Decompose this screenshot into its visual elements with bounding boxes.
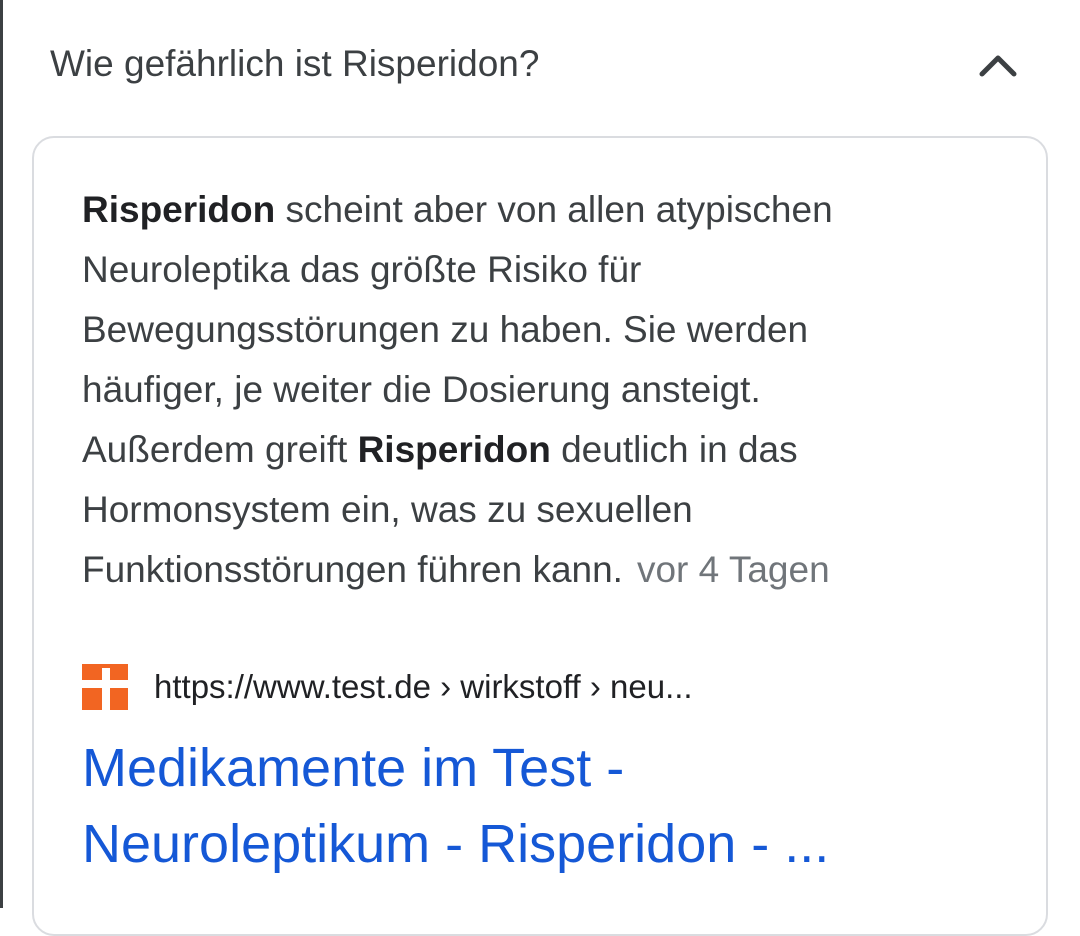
snippet-bold-term: Risperidon <box>357 429 551 470</box>
snippet-line: Hormonsystem ein, was zu sexuellen <box>82 480 982 540</box>
result-title-line[interactable]: Neuroleptikum - Risperidon - ... <box>82 806 982 882</box>
test-de-plus-icon <box>82 664 128 710</box>
snippet-text: Neuroleptika das größte Risiko für <box>82 249 642 290</box>
snippet-text: deutlich in das <box>550 429 798 470</box>
featured-snippet-text: Risperidon scheint aber von allen atypis… <box>82 180 982 600</box>
snippet-date: vor 4 Tagen <box>636 549 830 590</box>
result-title-link[interactable]: Medikamente im Test - Neuroleptikum - Ri… <box>82 730 982 882</box>
snippet-text: Hormonsystem ein, was zu sexuellen <box>82 489 693 530</box>
left-edge-border <box>0 0 3 908</box>
snippet-line: Neuroleptika das größte Risiko für <box>82 240 982 300</box>
snippet-line: häufiger, je weiter die Dosierung anstei… <box>82 360 982 420</box>
snippet-line: Funktionsstörungen führen kann. vor 4 Tag… <box>82 540 982 600</box>
snippet-line: Risperidon scheint aber von allen atypis… <box>82 180 982 240</box>
source-url[interactable]: https://www.test.de › wirkstoff › neu... <box>154 664 693 710</box>
faq-question-text: Wie gefährlich ist Risperidon? <box>50 43 540 84</box>
snippet-line: Außerdem greift Risperidon deutlich in d… <box>82 420 982 480</box>
faq-question-row[interactable]: Wie gefährlich ist Risperidon? <box>0 0 1080 130</box>
snippet-text: scheint aber von allen atypischen <box>275 189 833 230</box>
snippet-bold-term: Risperidon <box>82 189 276 230</box>
chevron-up-icon[interactable] <box>976 46 1020 82</box>
snippet-text: Außerdem greift <box>82 429 358 470</box>
snippet-text: Bewegungsstörungen zu haben. Sie werden <box>82 309 809 350</box>
snippet-line: Bewegungsstörungen zu haben. Sie werden <box>82 300 982 360</box>
snippet-text: häufiger, je weiter die Dosierung anstei… <box>82 369 761 410</box>
snippet-text: Funktionsstörungen führen kann. <box>82 549 623 590</box>
result-title-line[interactable]: Medikamente im Test - <box>82 730 982 806</box>
